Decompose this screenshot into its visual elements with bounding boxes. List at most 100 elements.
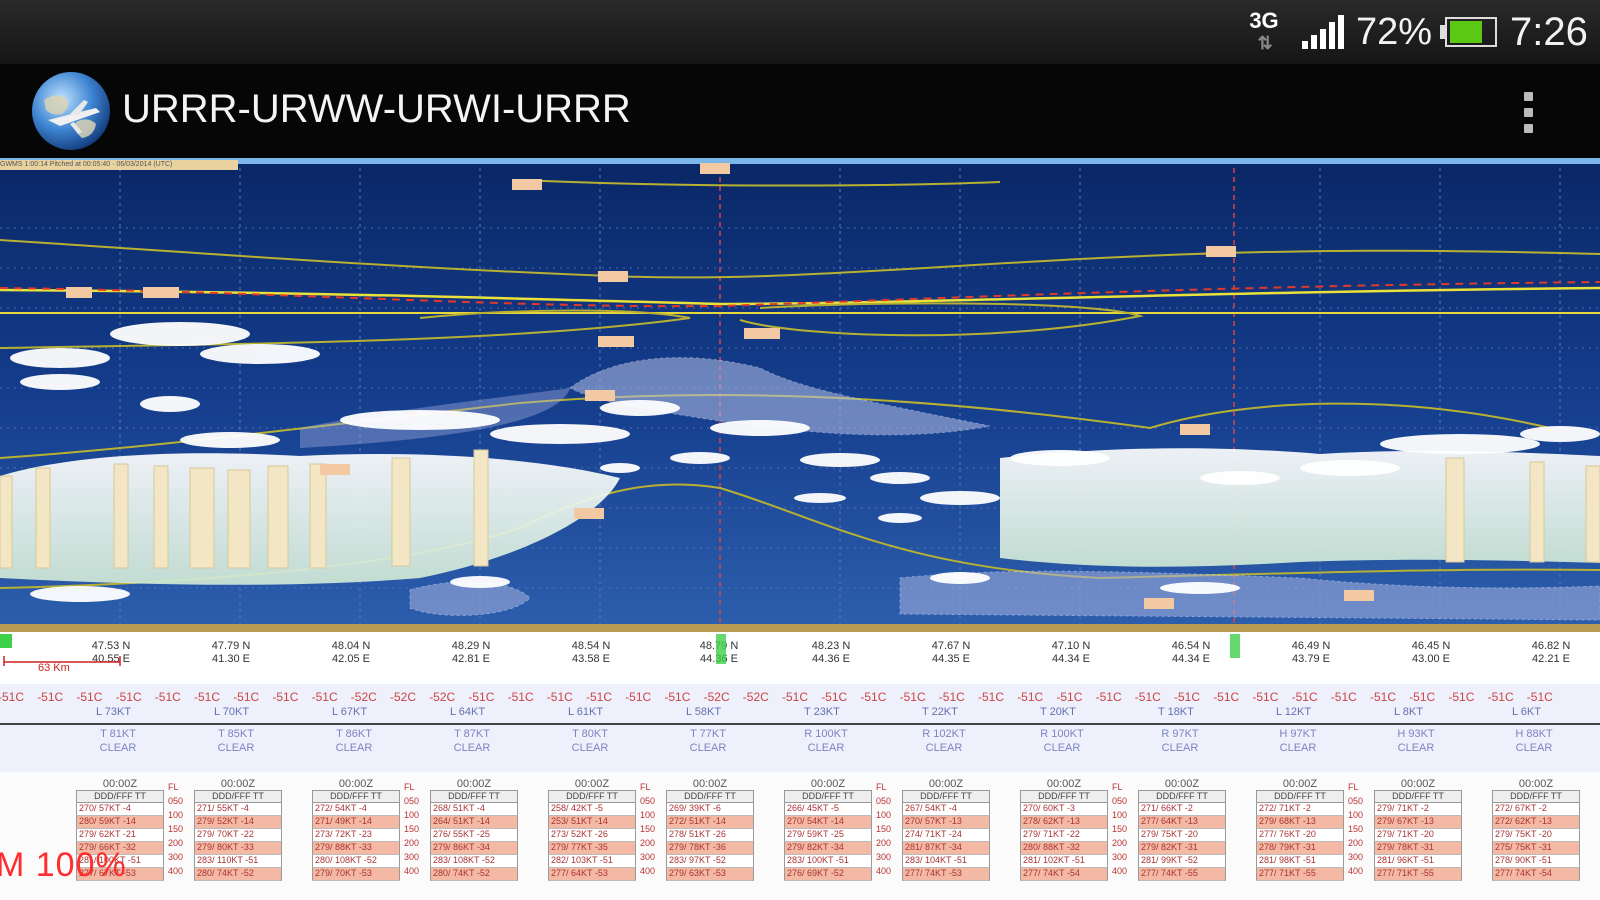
temperature-label: -51C	[664, 690, 691, 704]
temperature-label: -51C	[1526, 690, 1553, 704]
table-time: 00:00Z	[338, 778, 374, 790]
table-header: DDD/FFF TT	[548, 790, 636, 803]
wind-label: T 77KT	[690, 728, 726, 740]
table-row: 258/ 42KT -5	[548, 803, 636, 816]
globe-airplane-icon[interactable]	[30, 70, 112, 152]
temperature-label: -52C	[429, 690, 456, 704]
clock: 7:26	[1510, 9, 1588, 54]
condition-label: CLEAR	[1161, 742, 1199, 754]
waypoint-marker	[1230, 634, 1240, 658]
temperature-label: -51C	[0, 690, 25, 704]
temperature-label: -51C	[1213, 690, 1240, 704]
temperature-label: -51C	[1095, 690, 1122, 704]
waypoint-coordinates: 47.53 N 40.55 E 47.79 N 41.30 E 48.04 N 42.…	[0, 632, 1600, 684]
table-row: 268/ 51KT -4	[430, 803, 518, 816]
temperature-label: -51C	[1409, 690, 1436, 704]
table-header: DDD/FFF TT	[194, 790, 282, 803]
coord-lon: 42.21 E	[1532, 653, 1570, 665]
wind-label: T 20KT	[1040, 706, 1076, 718]
table-row: 271/ 66KT -2	[1138, 803, 1226, 816]
table-row: 277/ 71KT -55	[1374, 868, 1462, 881]
scale-label: 63 Km	[38, 662, 70, 674]
page-title: URRR-URWW-URWI-URRR	[122, 87, 631, 131]
temperature-label: -51C	[468, 690, 495, 704]
network-type-indicator: 3G ⇅	[1244, 0, 1284, 64]
wind-table: 00:00Z DDD/FFF TT 279/ 71KT -2 279/ 67KT -1…	[1374, 778, 1462, 881]
fl-level: 400	[404, 866, 420, 876]
table-row: 273/ 72KT -23	[312, 829, 400, 842]
table-row: 279/ 63KT -53	[666, 868, 754, 881]
temperature-label: -52C	[390, 690, 417, 704]
wind-table: 00:00Z DDD/FFF TT 258/ 42KT -5 253/ 51KT -1…	[548, 778, 636, 881]
chart-header-strip: GWMS 1:00:14 Pitched at 00:05:40 · 06/03…	[0, 160, 238, 170]
temperature-label: -51C	[899, 690, 926, 704]
table-row: 277/ 74KT -53	[902, 868, 990, 881]
wind-table: 00:00Z DDD/FFF TT 266/ 45KT -5 270/ 54KT -1…	[784, 778, 872, 881]
coord-lat: 46.82 N	[1531, 640, 1571, 652]
temperature-label: -51C	[586, 690, 613, 704]
fl-level: 100	[876, 810, 892, 820]
table-time: 00:00Z	[574, 778, 610, 790]
fl-header: FL	[168, 782, 179, 792]
coord-lat: 48.23 N	[811, 640, 851, 652]
wind-label: L 61KT	[568, 706, 604, 718]
table-row: 277/ 71KT -55	[1256, 868, 1344, 881]
overflow-menu-icon	[1524, 92, 1533, 101]
fl-level: 150	[876, 824, 892, 834]
table-header: DDD/FFF TT	[76, 790, 164, 803]
wind-label: L 12KT	[1276, 706, 1312, 718]
temperature-label: -51C	[154, 690, 181, 704]
table-row: 277/ 64KT -13	[1138, 816, 1226, 829]
table-row: 279/ 78KT -36	[666, 842, 754, 855]
temperature-label: -51C	[938, 690, 965, 704]
condition-label: CLEAR	[335, 742, 373, 754]
table-time: 00:00Z	[1518, 778, 1554, 790]
table-time: 00:00Z	[692, 778, 728, 790]
temperature-label: -51C	[76, 690, 103, 704]
wind-label: R 97KT	[1161, 728, 1199, 740]
table-row: 271/ 55KT -4	[194, 803, 282, 816]
table-row: 277/ 74KT -54	[1492, 868, 1580, 881]
wind-label: T 80KT	[572, 728, 608, 740]
fl-level: 200	[1348, 838, 1364, 848]
table-header: DDD/FFF TT	[1020, 790, 1108, 803]
fl-level: 300	[404, 852, 420, 862]
table-header: DDD/FFF TT	[902, 790, 990, 803]
coord-lon: 44.35 E	[932, 653, 970, 665]
temperature-label: -51C	[546, 690, 573, 704]
temperature-label: -51C	[860, 690, 887, 704]
table-row: 279/ 52KT -14	[194, 816, 282, 829]
coord-lon: 44.34 E	[1172, 653, 1210, 665]
wind-label: L 73KT	[96, 706, 132, 718]
table-row: 266/ 45KT -5	[784, 803, 872, 816]
table-row: 277/ 74KT -55	[1138, 868, 1226, 881]
temperature-label: -51C	[311, 690, 338, 704]
temperature-label: -51C	[1370, 690, 1397, 704]
condition-label: CLEAR	[217, 742, 255, 754]
condition-label: CLEAR	[453, 742, 491, 754]
table-time: 00:00Z	[1400, 778, 1436, 790]
overflow-menu-button[interactable]	[1510, 84, 1546, 140]
flight-level-column: FL 050 100 150 200 300 400	[1112, 782, 1134, 880]
vertical-cross-section[interactable]: GWMS 1:00:14 Pitched at 00:05:40 · 06/03…	[0, 158, 1600, 632]
temperature-label: -51C	[1017, 690, 1044, 704]
wind-label: R 102KT	[922, 728, 966, 740]
wind-label: T 87KT	[454, 728, 490, 740]
condition-label: CLEAR	[689, 742, 727, 754]
wind-table: 00:00Z DDD/FFF TT 268/ 51KT -4 264/ 51KT -1…	[430, 778, 518, 881]
temperature-label: -51C	[1487, 690, 1514, 704]
table-row: 279/ 88KT -33	[312, 842, 400, 855]
table-row: 276/ 55KT -25	[430, 829, 518, 842]
table-row: 281/ 99KT -52	[1138, 855, 1226, 868]
table-row: 270/ 57KT -4	[76, 803, 164, 816]
temperature-label: -52C	[350, 690, 377, 704]
table-row: 279/ 82KT -34	[784, 842, 872, 855]
coord-lon: 43.58 E	[572, 653, 610, 665]
coord-lon: 42.05 E	[332, 653, 370, 665]
temperature-label: -52C	[703, 690, 730, 704]
table-row: 271/ 49KT -14	[312, 816, 400, 829]
table-time: 00:00Z	[220, 778, 256, 790]
table-row: 279/ 71KT -22	[1020, 829, 1108, 842]
cross-section-svg	[0, 158, 1600, 632]
wind-table: 00:00Z DDD/FFF TT 272/ 71KT -2 279/ 68KT -1…	[1256, 778, 1344, 881]
